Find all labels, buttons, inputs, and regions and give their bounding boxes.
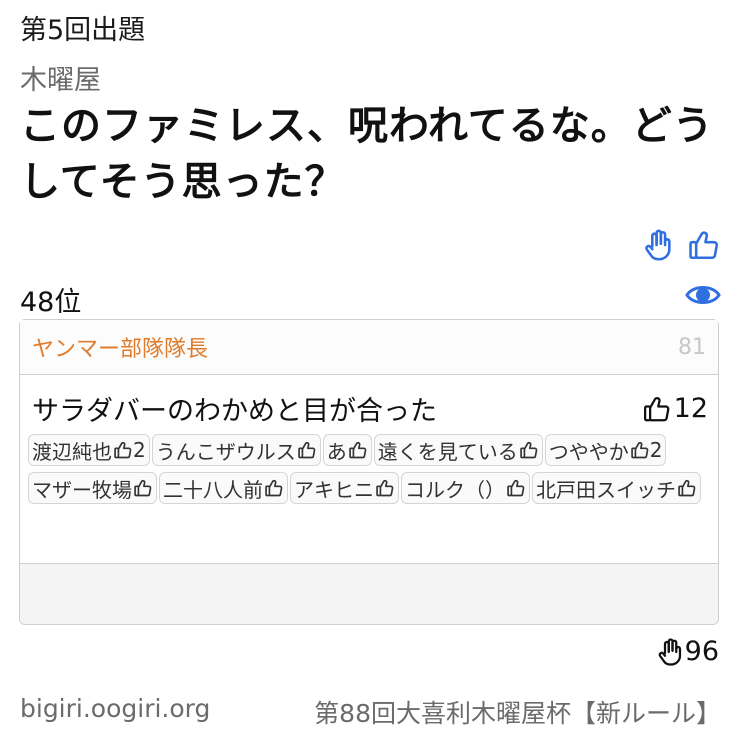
voter-name: コルク（） [405, 477, 505, 502]
answer-like-count[interactable]: 12 [642, 393, 708, 424]
answer-number: 81 [678, 334, 706, 360]
voter-count: 2 [133, 438, 146, 462]
answer-card-footer [20, 563, 718, 624]
hand-count-value: 96 [684, 636, 719, 667]
answer-text: サラダバーのわかめと目が合った [32, 396, 437, 427]
thumbs-up-icon [112, 440, 133, 460]
voter-list: 渡辺純也 2 うんこザウルスあ遠くを見ている つややか 2 マザー牧場 二十八人前 アキヒニコ… [20, 428, 718, 504]
answer-card-header: ヤンマー部隊隊長 81 [20, 320, 718, 375]
voter-chip[interactable]: 渡辺純也 2 [28, 434, 150, 466]
voter-chip[interactable]: 二十八人前 [159, 472, 288, 504]
voter-chip[interactable]: 北戸田スイッチ [532, 472, 701, 504]
thumbs-up-icon[interactable] [687, 228, 721, 266]
thumbs-up-icon [263, 478, 284, 498]
eye-icon[interactable] [685, 280, 721, 310]
thumbs-up-icon [518, 440, 539, 460]
hand-icon[interactable] [641, 228, 675, 266]
thumbs-up-icon [643, 396, 670, 421]
voter-name: 渡辺純也 [32, 439, 112, 464]
like-count: 12 [673, 393, 708, 424]
voter-name: つややか [548, 439, 629, 464]
voter-name: マザー牧場 [32, 477, 132, 502]
thumbs-up-icon [347, 440, 368, 460]
voter-name: あ [326, 439, 347, 464]
answer-author[interactable]: ヤンマー部隊隊長 [32, 331, 208, 363]
thumbs-up-icon [374, 478, 395, 498]
site-url[interactable]: bigiri.oogiri.org [20, 694, 210, 723]
host-name[interactable]: 木曜屋 [20, 58, 101, 97]
voter-chip[interactable]: うんこザウルス [151, 434, 321, 466]
voter-chip[interactable]: あ [322, 434, 372, 466]
thumbs-up-icon [132, 478, 153, 498]
voter-name: うんこザウルス [155, 439, 296, 464]
hand-icon [658, 637, 681, 666]
tournament-name[interactable]: 第88回大喜利木曜屋杯【新ルール】 [314, 694, 721, 730]
voter-name: 遠くを見ている [377, 439, 518, 464]
raise-hand-count[interactable]: 96 [655, 636, 719, 667]
thumbs-up-icon [296, 440, 317, 460]
voter-chip[interactable]: マザー牧場 [28, 472, 157, 504]
answer-card: ヤンマー部隊隊長 81 サラダバーのわかめと目が合った 12 渡辺純也 2 うんこザ… [19, 319, 719, 625]
voter-chip[interactable]: 遠くを見ている [373, 434, 543, 466]
voter-name: 北戸田スイッチ [536, 477, 676, 502]
round-label: 第5回出題 [20, 15, 146, 46]
voter-name: アキヒニ [294, 477, 374, 502]
thumbs-up-icon [629, 440, 650, 460]
thumbs-up-icon [676, 478, 697, 498]
rank-label: 48位 [20, 287, 82, 318]
voter-chip[interactable]: つややか 2 [544, 434, 667, 466]
action-icons [641, 228, 721, 266]
voter-chip[interactable]: アキヒニ [290, 472, 399, 504]
voter-chip[interactable]: コルク（） [401, 472, 530, 504]
voter-name: 二十八人前 [163, 477, 263, 502]
thumbs-up-icon [505, 478, 526, 498]
question-text: このファミレス、呪われてるな。どうしてそう思った？ [20, 103, 714, 205]
voter-count: 2 [649, 438, 663, 462]
